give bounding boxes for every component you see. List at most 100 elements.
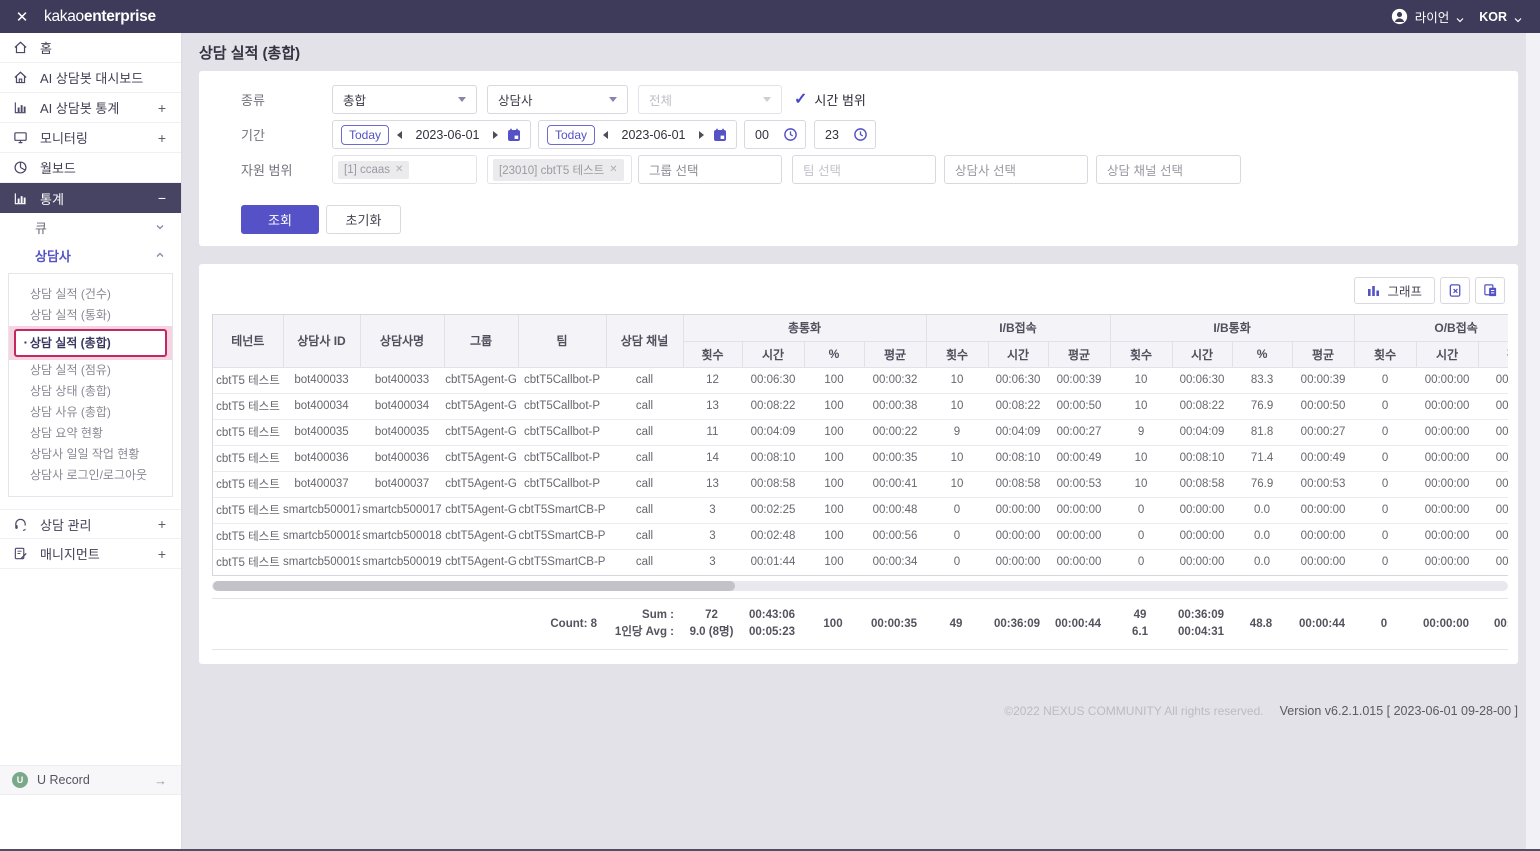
horizontal-scrollbar[interactable] bbox=[212, 581, 1508, 591]
team-select-input[interactable]: 팀 선택 bbox=[792, 155, 936, 184]
user-avatar-icon[interactable] bbox=[1391, 8, 1408, 25]
pie-chart-icon bbox=[0, 160, 40, 175]
submenu-agent[interactable]: 상담사 bbox=[0, 241, 181, 269]
submenu-item[interactable]: 상담 실적 (통화) bbox=[9, 305, 172, 326]
table-cell: 10 bbox=[1110, 471, 1173, 498]
clock-icon[interactable] bbox=[853, 127, 868, 142]
end-date-value[interactable]: 2023-06-01 bbox=[612, 128, 695, 142]
table-cell: 10 bbox=[1110, 367, 1173, 394]
next-day-icon[interactable] bbox=[699, 130, 704, 139]
sidebar-item-monitoring[interactable]: 모니터링 + bbox=[0, 123, 181, 153]
prev-day-icon[interactable] bbox=[397, 130, 403, 139]
graph-button[interactable]: 그래프 bbox=[1354, 277, 1435, 304]
table-cell: 00:02:48 bbox=[742, 523, 804, 550]
target-select[interactable]: 상담사 bbox=[487, 85, 628, 114]
start-hour-input[interactable]: 00 bbox=[744, 120, 806, 149]
expand-plus-icon[interactable]: + bbox=[155, 516, 169, 532]
sidebar-item-u-record[interactable]: U U Record → bbox=[0, 765, 181, 795]
calendar-icon[interactable] bbox=[712, 127, 728, 143]
remove-chip-icon[interactable]: ✕ bbox=[395, 164, 403, 175]
arrow-right-icon: → bbox=[154, 772, 167, 788]
reset-button[interactable]: 초기화 bbox=[326, 205, 401, 234]
caret-down-icon bbox=[609, 97, 617, 102]
table-cell: 10 bbox=[926, 445, 988, 472]
scope-select[interactable]: 전체 bbox=[638, 85, 782, 114]
table-cell: 00:00:00 bbox=[1478, 445, 1508, 472]
column-header: 팀 bbox=[518, 315, 607, 368]
type-select[interactable]: 총합 bbox=[332, 85, 477, 114]
table-cell: 0 bbox=[1381, 556, 1389, 569]
table-cell: 00:00:50 bbox=[1292, 393, 1355, 420]
submenu-item[interactable]: 상담 요약 현황 bbox=[9, 423, 172, 444]
language-selector[interactable]: KOR bbox=[1479, 10, 1507, 24]
table-cell: bot400035 bbox=[360, 419, 444, 446]
table-cell: cbtT5Agent-G bbox=[444, 419, 518, 446]
start-date-value[interactable]: 2023-06-01 bbox=[406, 128, 489, 142]
tenant-chip-input[interactable]: [1] ccaas ✕ bbox=[332, 155, 477, 184]
table-cell: call bbox=[606, 393, 683, 420]
sidebar-item-ai-bot-dashboard[interactable]: AI 상담봇 대시보드 bbox=[0, 63, 181, 93]
sidebar-item-stats[interactable]: 통계 − bbox=[0, 183, 181, 213]
time-range-checkbox[interactable]: ✓ 시간 범위 bbox=[794, 90, 866, 109]
sidebar-item-wallboard[interactable]: 월보드 bbox=[0, 153, 181, 183]
prev-day-icon[interactable] bbox=[603, 130, 609, 139]
search-button[interactable]: 조회 bbox=[241, 205, 319, 234]
selected-bullet-icon: ▪ bbox=[24, 338, 27, 347]
close-icon[interactable]: ✕ bbox=[0, 8, 44, 26]
sidebar-item-ai-bot-stats[interactable]: AI 상담봇 통계 + bbox=[0, 93, 181, 123]
sidebar-item-management[interactable]: 매니지먼트 + bbox=[0, 539, 181, 569]
table-cell: 00:00:00 bbox=[1478, 497, 1508, 524]
table-cell: 10 bbox=[926, 367, 988, 394]
summary-cell: 49 6.1 bbox=[1132, 609, 1148, 638]
table-cell: 00:00:32 bbox=[864, 367, 926, 394]
submenu-item[interactable]: 상담 실적 (건수) bbox=[9, 284, 172, 305]
table-cell: 00:06:30 bbox=[1172, 367, 1233, 394]
expand-plus-icon[interactable]: + bbox=[155, 546, 169, 562]
clock-icon[interactable] bbox=[783, 127, 798, 142]
today-button[interactable]: Today bbox=[341, 124, 390, 145]
summary-cell bbox=[443, 599, 517, 649]
group-select-input[interactable]: 그룹 선택 bbox=[638, 155, 782, 184]
sidebar-item-consult-manage[interactable]: 상담 관리 + bbox=[0, 509, 181, 539]
calendar-icon[interactable] bbox=[506, 127, 522, 143]
remove-chip-icon[interactable]: ✕ bbox=[609, 164, 617, 175]
user-chevron-down-icon[interactable] bbox=[1456, 13, 1464, 22]
table-row: cbtT5 테스트 smartcb500019 smartcb500019 cbtT5… bbox=[213, 549, 1508, 575]
summary-cell: 49 bbox=[949, 617, 963, 630]
summary-cell bbox=[282, 599, 359, 649]
results-table: 테넌트 상담사 ID 상담사명 그룹 팀 상담 채널 총통화 I/B접속 I/B통화 O/B접속 횟… bbox=[213, 315, 1508, 575]
collapse-minus-icon[interactable]: − bbox=[155, 190, 169, 206]
scrollbar-thumb[interactable] bbox=[213, 581, 735, 591]
vertical-scrollbar[interactable] bbox=[1525, 33, 1540, 849]
expand-plus-icon[interactable]: + bbox=[155, 130, 169, 146]
expand-plus-icon[interactable]: + bbox=[155, 100, 169, 116]
submenu-queue[interactable]: 큐 bbox=[0, 213, 181, 241]
submenu-item[interactable]: 상담 사유 (총합) bbox=[9, 402, 172, 423]
agent-select-input[interactable]: 상담사 선택 bbox=[944, 155, 1088, 184]
tenant-chip-input-2[interactable]: [23010] cbtT5 테스트 ✕ bbox=[487, 155, 632, 184]
table-row: cbtT5 테스트 bot400034 bot400034 cbtT5Agent-G c… bbox=[213, 393, 1508, 420]
copy-button[interactable] bbox=[1475, 277, 1505, 304]
table-cell: 3 bbox=[683, 523, 742, 550]
sidebar-item-home[interactable]: 홈 bbox=[0, 33, 181, 63]
end-hour-input[interactable]: 23 bbox=[814, 120, 876, 149]
submenu-item[interactable]: 상담 상태 (총합) bbox=[9, 381, 172, 402]
channel-select-input[interactable]: 상담 채널 선택 bbox=[1096, 155, 1241, 184]
user-name[interactable]: 라이언 bbox=[1415, 7, 1450, 26]
column-header: 상담사 ID bbox=[283, 315, 361, 368]
language-chevron-down-icon[interactable] bbox=[1514, 13, 1522, 22]
table-cell: 00:06:30 bbox=[988, 367, 1048, 394]
u-record-icon: U bbox=[12, 772, 28, 788]
next-day-icon[interactable] bbox=[493, 130, 498, 139]
submenu-item[interactable]: 상담사 일일 작업 현황 bbox=[9, 444, 172, 465]
table-cell: 0.0 bbox=[1232, 523, 1293, 550]
excel-export-button[interactable] bbox=[1440, 277, 1470, 304]
table-cell: 00:00:00 bbox=[988, 497, 1048, 524]
table-cell: 81.8 bbox=[1232, 419, 1293, 446]
today-button[interactable]: Today bbox=[547, 124, 596, 145]
table-cell: 00:00:00 bbox=[1478, 367, 1508, 394]
stats-submenu-list: 상담 실적 (건수) 상담 실적 (통화) ▪ 상담 실적 (총합) 상담 실적 (점유… bbox=[8, 273, 173, 497]
submenu-item[interactable]: 상담 실적 (점유) bbox=[9, 360, 172, 381]
submenu-item[interactable]: ▪ 상담 실적 (총합) bbox=[9, 326, 172, 360]
submenu-item[interactable]: 상담사 로그인/로그아웃 bbox=[9, 465, 172, 486]
